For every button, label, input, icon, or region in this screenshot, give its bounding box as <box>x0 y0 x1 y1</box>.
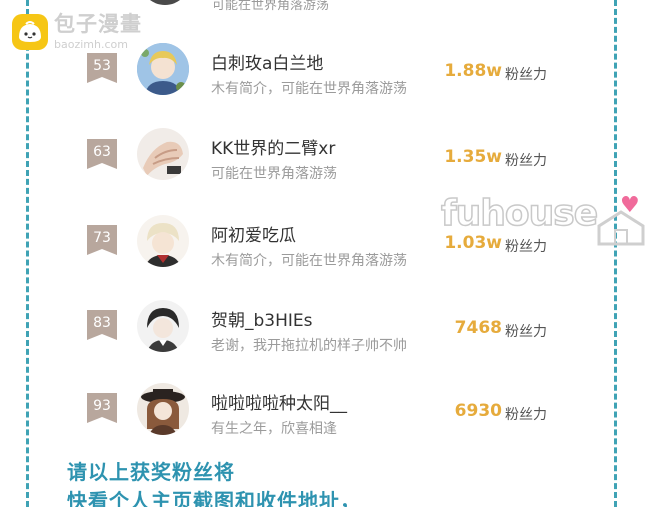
avatar[interactable] <box>137 43 189 95</box>
avatar[interactable] <box>137 215 189 267</box>
user-bio: 老谢，我开拖拉机的样子帅不帅 <box>211 338 407 354</box>
user-name[interactable]: 贺朝_b3HIEs <box>211 306 313 331</box>
bio-clipped: 可能在世界角落游荡 <box>212 0 330 13</box>
list-item[interactable]: 53 白刺玫a白兰地 木有简介，可能在世界角落游荡 1.88w 粉丝力 <box>0 27 650 111</box>
user-bio: 木有简介，可能在世界角落游荡 <box>211 253 407 269</box>
list-item[interactable]: 63 KK世界的二臂xr 可能在世界角落游荡 1.35w 粉丝力 <box>0 111 650 195</box>
instruction-line-1: 请以上获奖粉丝将 <box>67 460 235 484</box>
fans-value: 1.88w <box>444 61 502 81</box>
rank-badge: 63 <box>87 139 117 169</box>
fans-value: 1.35w <box>444 147 502 167</box>
instruction-line-2: 快看个人主页截图和收件地址， <box>67 489 361 507</box>
fans-value: 1.03w <box>444 233 502 253</box>
fans-label: 粉丝力 <box>505 324 547 340</box>
watermark-fuhouse: fuhouse <box>440 192 599 235</box>
avatar[interactable] <box>137 128 189 180</box>
rank-badge: 73 <box>87 225 117 255</box>
fans-label: 粉丝力 <box>505 407 547 423</box>
user-bio: 有生之年，欣喜相逢 <box>211 421 337 437</box>
fans-label: 粉丝力 <box>505 239 547 255</box>
rank-badge: 83 <box>87 310 117 340</box>
rank-badge: 53 <box>87 53 117 83</box>
user-bio: 木有简介，可能在世界角落游荡 <box>211 81 407 97</box>
avatar-clipped <box>140 0 190 5</box>
heart-icon: ♥ <box>620 193 640 218</box>
list-item[interactable]: 93 啦啦啦啦种太阳__ 有生之年，欣喜相逢 6930 粉丝力 <box>0 365 650 449</box>
rank-badge: 93 <box>87 393 117 423</box>
avatar[interactable] <box>137 300 189 352</box>
avatar[interactable] <box>137 383 189 435</box>
user-name[interactable]: 啦啦啦啦种太阳__ <box>211 389 347 414</box>
user-name[interactable]: KK世界的二臂xr <box>211 134 335 159</box>
user-name[interactable]: 白刺玫a白兰地 <box>211 49 323 74</box>
fans-value: 7468 <box>454 318 502 338</box>
list-item[interactable]: 83 贺朝_b3HIEs 老谢，我开拖拉机的样子帅不帅 7468 粉丝力 <box>0 281 650 365</box>
fans-label: 粉丝力 <box>505 67 547 83</box>
fans-value: 6930 <box>454 401 502 421</box>
award-list-panel: 可能在世界角落游荡 包子漫畫 baozimh.com 53 白刺玫a白兰地 木有… <box>0 0 650 507</box>
fans-label: 粉丝力 <box>505 153 547 169</box>
user-name[interactable]: 阿初爱吃瓜 <box>211 221 296 246</box>
user-bio: 可能在世界角落游荡 <box>211 166 337 182</box>
